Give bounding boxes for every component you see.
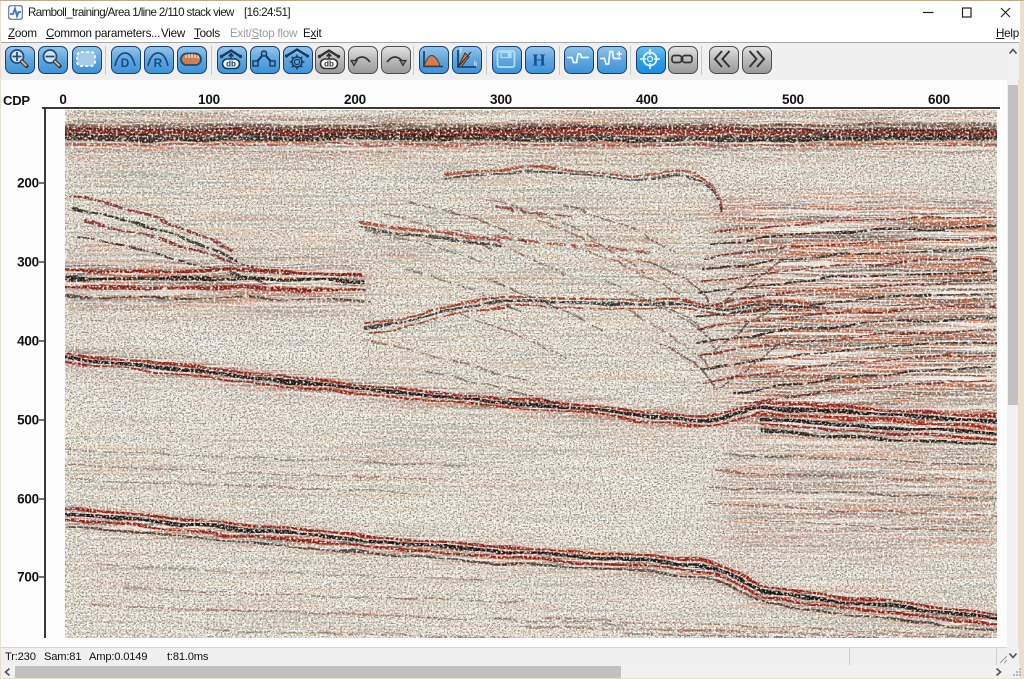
svg-text:H: H xyxy=(533,51,546,70)
svg-text:D: D xyxy=(121,56,130,70)
svg-text:db: db xyxy=(227,60,237,69)
svg-text:k: k xyxy=(474,61,478,68)
svg-text:R: R xyxy=(154,56,163,70)
svg-text:f: f xyxy=(460,48,462,55)
svg-text:db: db xyxy=(325,60,335,69)
